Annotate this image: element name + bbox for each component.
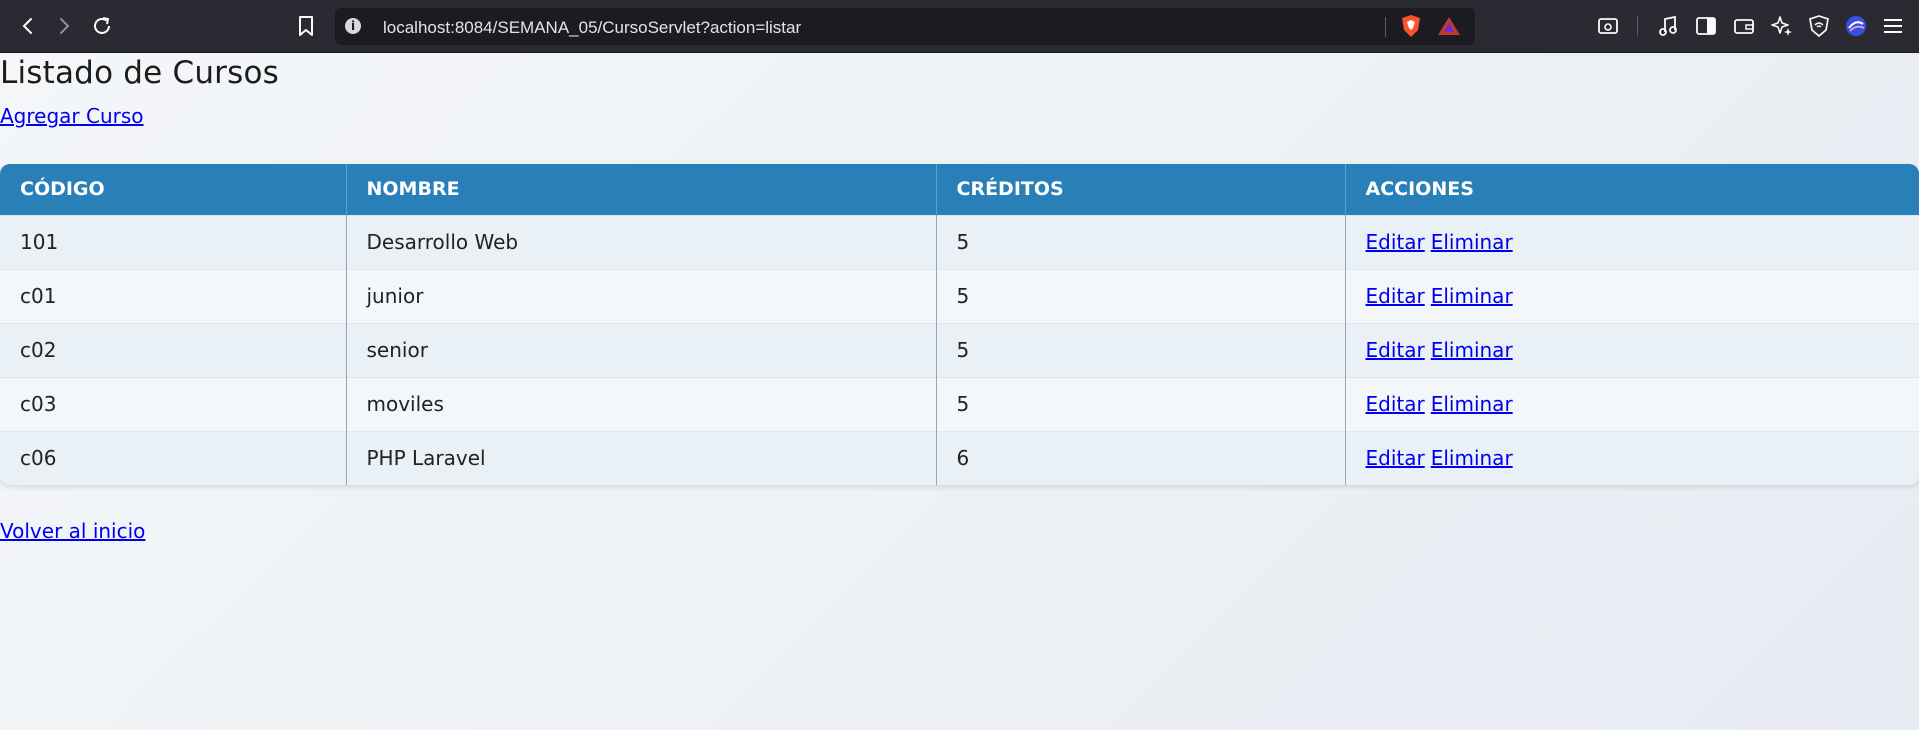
sidebar-icon[interactable] <box>1692 12 1720 40</box>
cell-acciones: Editar Eliminar <box>1345 430 1919 485</box>
reload-icon[interactable] <box>88 12 116 40</box>
cell-codigo: c06 <box>0 430 347 485</box>
cell-nombre: junior <box>346 268 937 323</box>
delete-link[interactable]: Eliminar <box>1431 230 1513 254</box>
add-course-link[interactable]: Agregar Curso <box>0 104 144 128</box>
cell-acciones: Editar Eliminar <box>1345 214 1919 269</box>
browser-toolbar: i localhost:8084/SEMANA_05/CursoServlet?… <box>0 0 1919 53</box>
table-header-row: CÓDIGO NOMBRE CRÉDITOS ACCIONES <box>0 164 1919 215</box>
vpn-icon[interactable] <box>1805 12 1833 40</box>
leo-ai-icon[interactable] <box>1768 12 1796 40</box>
table-row: c01 junior 5 Editar Eliminar <box>0 268 1919 323</box>
menu-icon[interactable] <box>1879 12 1907 40</box>
edit-link[interactable]: Editar <box>1366 392 1425 416</box>
toolbar-divider <box>1637 16 1638 36</box>
cell-nombre: senior <box>346 322 937 377</box>
url-divider <box>1385 17 1386 37</box>
cell-codigo: 101 <box>0 214 347 269</box>
cell-acciones: Editar Eliminar <box>1345 268 1919 323</box>
edit-link[interactable]: Editar <box>1366 284 1425 308</box>
delete-link[interactable]: Eliminar <box>1431 392 1513 416</box>
page-title: Listado de Cursos <box>0 55 279 91</box>
cell-creditos: 5 <box>936 268 1346 323</box>
cell-creditos: 6 <box>936 430 1346 485</box>
back-home-link[interactable]: Volver al inicio <box>0 519 145 543</box>
courses-table: CÓDIGO NOMBRE CRÉDITOS ACCIONES 101 Desa… <box>0 164 1919 485</box>
cell-codigo: c01 <box>0 268 347 323</box>
brave-shield-icon[interactable] <box>1397 12 1425 40</box>
cell-nombre: Desarrollo Web <box>346 214 937 269</box>
cell-creditos: 5 <box>936 376 1346 431</box>
site-info-icon[interactable]: i <box>345 18 361 34</box>
cell-nombre: PHP Laravel <box>346 430 937 485</box>
url-text[interactable]: localhost:8084/SEMANA_05/CursoServlet?ac… <box>383 18 801 38</box>
table-row: c02 senior 5 Editar Eliminar <box>0 322 1919 377</box>
header-nombre: NOMBRE <box>346 164 937 215</box>
table-row: c06 PHP Laravel 6 Editar Eliminar <box>0 430 1919 485</box>
table-row: 101 Desarrollo Web 5 Editar Eliminar <box>0 214 1919 269</box>
header-creditos: CRÉDITOS <box>936 164 1346 215</box>
header-codigo: CÓDIGO <box>0 164 347 215</box>
table-row: c03 moviles 5 Editar Eliminar <box>0 376 1919 431</box>
back-icon[interactable] <box>14 12 42 40</box>
brave-rewards-icon[interactable] <box>1435 12 1463 40</box>
profile-icon[interactable] <box>1842 12 1870 40</box>
edit-link[interactable]: Editar <box>1366 446 1425 470</box>
media-icon[interactable] <box>1654 12 1682 40</box>
wallet-icon[interactable] <box>1730 12 1758 40</box>
bookmark-icon[interactable] <box>292 12 320 40</box>
cell-acciones: Editar Eliminar <box>1345 376 1919 431</box>
forward-icon[interactable] <box>50 12 78 40</box>
url-bar[interactable]: i localhost:8084/SEMANA_05/CursoServlet?… <box>335 8 1475 45</box>
cell-acciones: Editar Eliminar <box>1345 322 1919 377</box>
cell-codigo: c03 <box>0 376 347 431</box>
screenshot-icon[interactable] <box>1594 12 1622 40</box>
delete-link[interactable]: Eliminar <box>1431 338 1513 362</box>
edit-link[interactable]: Editar <box>1366 338 1425 362</box>
header-acciones: ACCIONES <box>1345 164 1919 215</box>
cell-creditos: 5 <box>936 322 1346 377</box>
delete-link[interactable]: Eliminar <box>1431 446 1513 470</box>
cell-codigo: c02 <box>0 322 347 377</box>
edit-link[interactable]: Editar <box>1366 230 1425 254</box>
cell-creditos: 5 <box>936 214 1346 269</box>
delete-link[interactable]: Eliminar <box>1431 284 1513 308</box>
cell-nombre: moviles <box>346 376 937 431</box>
